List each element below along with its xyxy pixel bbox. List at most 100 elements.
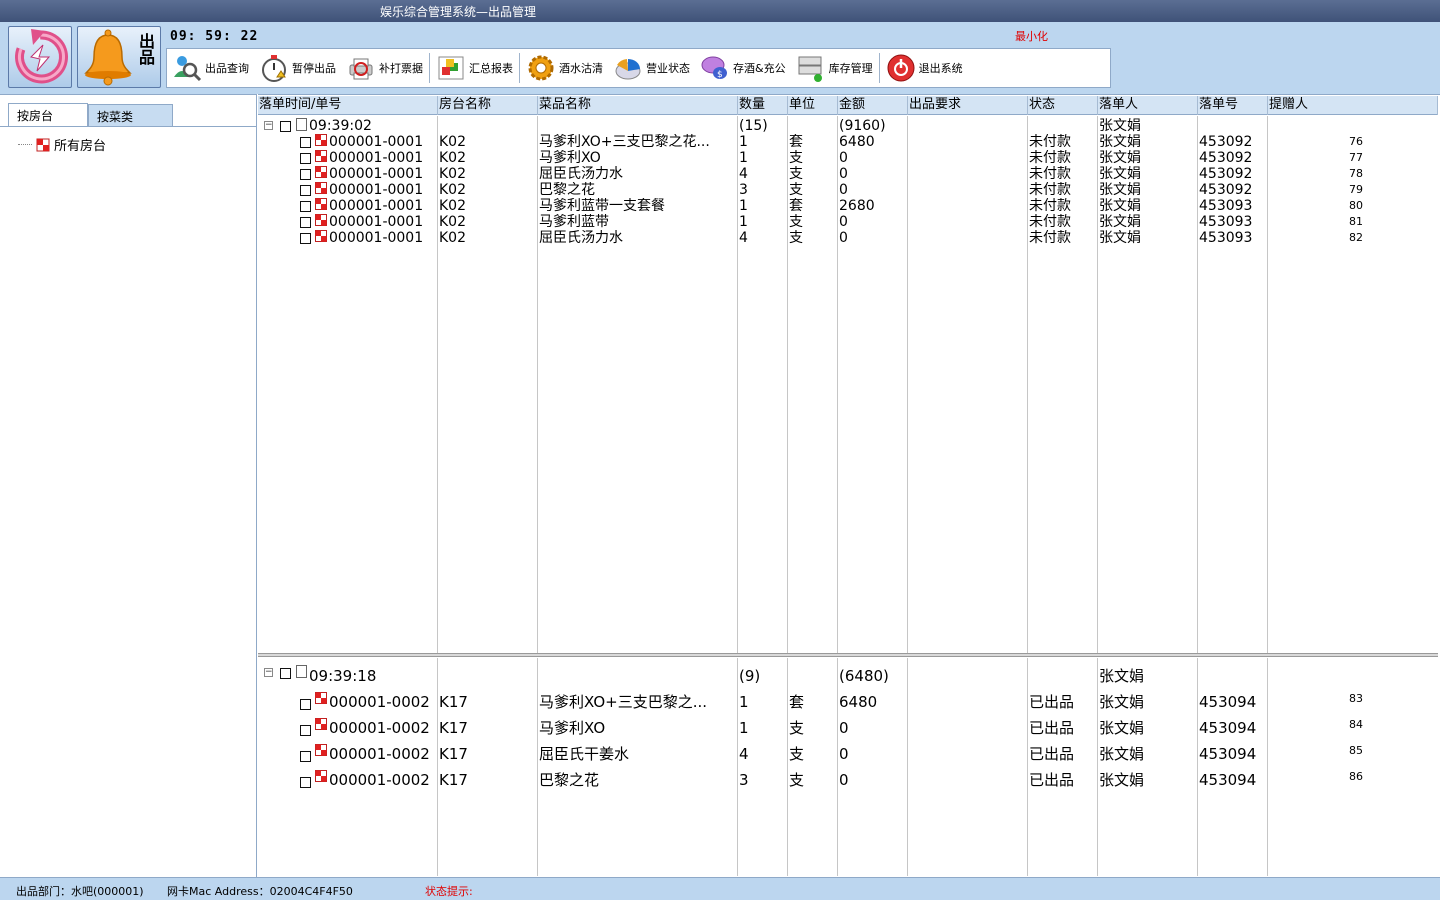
cell-qty: 1 — [739, 134, 748, 150]
refresh-button[interactable] — [8, 26, 72, 88]
cell-amount: 6480 — [839, 134, 875, 150]
cell-order-no: 453094 — [1199, 693, 1257, 711]
dish-icon — [315, 134, 327, 146]
cell-room: K02 — [439, 134, 466, 150]
cell-person: 张文娟 — [1099, 214, 1141, 230]
column-header-qty[interactable]: 数量 — [738, 96, 788, 115]
cell-qty: 3 — [739, 182, 748, 198]
dish-icon — [315, 230, 327, 242]
cell-order-id: 000001-0001 — [329, 214, 424, 230]
cell-seq: 84 — [1349, 718, 1363, 731]
cell-status: 未付款 — [1029, 150, 1071, 166]
row-checkbox[interactable] — [300, 137, 311, 148]
grid-splitter[interactable] — [258, 653, 1438, 657]
cell-status: 未付款 — [1029, 166, 1071, 182]
group-checkbox[interactable] — [280, 121, 291, 132]
toolbar-inventory-button[interactable]: 库存管理 — [791, 49, 878, 87]
cell-requirement — [909, 134, 1027, 150]
column-header-amount[interactable]: 金额 — [838, 96, 908, 115]
cell-person: 张文娟 — [1099, 230, 1141, 246]
toolbar-pause-button[interactable]: 暂停出品 — [254, 49, 341, 87]
cell-qty: 4 — [739, 230, 748, 246]
cell-unit: 支 — [789, 214, 803, 230]
row-checkbox[interactable] — [300, 699, 311, 710]
cell-requirement — [909, 691, 1027, 713]
toolbar-soldout-button[interactable]: 酒水沽清 — [521, 49, 608, 87]
bell-button[interactable]: 出品 — [77, 26, 161, 88]
cell-qty: 1 — [739, 198, 748, 214]
svg-text:$: $ — [717, 70, 723, 80]
toolbar: 出品查询 暂停出品 补打票据 汇总报表 酒水沽清 营业状态 $ 存酒&充公 库存… — [166, 48, 1111, 88]
header: 出品 09: 59: 22 最小化 出品查询 暂停出品 补打票据 汇总报表 酒水… — [0, 22, 1440, 94]
cell-room: K02 — [439, 150, 466, 166]
left-pane: 按房台 按菜类 所有房台 — [0, 94, 257, 877]
cell-seq: 83 — [1349, 692, 1363, 705]
row-checkbox[interactable] — [300, 233, 311, 244]
cell-person: 张文娟 — [1099, 693, 1145, 711]
status-department: 出品部门：水吧(000001) — [16, 885, 144, 898]
column-header-person[interactable]: 落单人 — [1098, 96, 1198, 115]
cell-dish: 屈臣氏汤力水 — [539, 166, 623, 182]
cell-qty: 1 — [739, 693, 749, 711]
left-tabs: 按房台 按菜类 — [0, 95, 256, 128]
row-checkbox[interactable] — [300, 217, 311, 228]
column-header-unit[interactable]: 单位 — [788, 96, 838, 115]
row-checkbox[interactable] — [300, 725, 311, 736]
cell-order-no: 453093 — [1199, 230, 1253, 246]
dish-icon — [315, 718, 327, 730]
toolbar-store-wine-button[interactable]: $ 存酒&充公 — [695, 49, 791, 87]
cell-person: 张文娟 — [1099, 198, 1141, 214]
column-header-room[interactable]: 房台名称 — [438, 96, 538, 115]
column-header-status[interactable]: 状态 — [1028, 96, 1098, 115]
group-checkbox[interactable] — [280, 668, 291, 679]
column-header-dish[interactable]: 菜品名称 — [538, 96, 738, 115]
cell-person: 张文娟 — [1099, 182, 1141, 198]
row-checkbox[interactable] — [300, 777, 311, 788]
row-checkbox[interactable] — [300, 169, 311, 180]
status-hint: 状态提示: — [425, 885, 473, 898]
cell-order-no: 453092 — [1199, 150, 1253, 166]
row-checkbox[interactable] — [300, 751, 311, 762]
minimize-link[interactable]: 最小化 — [1015, 28, 1048, 44]
row-checkbox[interactable] — [300, 153, 311, 164]
group-amount-total: (9160) — [839, 118, 886, 134]
cell-requirement — [909, 166, 1027, 182]
tab-by-dish-category[interactable]: 按菜类 — [88, 104, 173, 126]
clock: 09: 59: 22 — [170, 29, 259, 44]
cell-room: K02 — [439, 214, 466, 230]
cell-qty: 4 — [739, 166, 748, 182]
cell-order-no: 453092 — [1199, 166, 1253, 182]
row-checkbox[interactable] — [300, 201, 311, 212]
column-header-gift-person[interactable]: 提赠人 — [1268, 96, 1438, 115]
cell-order-id: 000001-0001 — [329, 166, 424, 182]
cell-amount: 6480 — [839, 693, 878, 711]
status-mac-address: 网卡Mac Address：02004C4F4F50 — [167, 885, 353, 898]
cell-order-id: 000001-0001 — [329, 150, 424, 166]
cell-amount: 0 — [839, 214, 848, 230]
cell-seq: 80 — [1349, 199, 1363, 212]
pie-chart-icon — [615, 59, 641, 80]
toolbar-reprint-button[interactable]: 补打票据 — [341, 49, 428, 87]
cell-order-id: 000001-0001 — [329, 230, 424, 246]
toolbar-exit-button[interactable]: 退出系统 — [881, 49, 968, 87]
toolbar-query-button[interactable]: 出品查询 — [167, 49, 254, 87]
column-header-time-order[interactable]: 落单时间/单号 — [258, 96, 438, 115]
cell-order-id: 000001-0002 — [329, 745, 430, 763]
collapse-toggle[interactable]: − — [264, 121, 273, 130]
cell-unit: 支 — [789, 771, 805, 789]
cell-dish: 巴黎之花 — [539, 182, 595, 198]
toolbar-business-status-button[interactable]: 营业状态 — [608, 49, 695, 87]
tree-item-all-rooms[interactable]: 所有房台 — [18, 135, 106, 154]
cell-dish: 屈臣氏汤力水 — [539, 230, 623, 246]
column-header-order-no[interactable]: 落单号 — [1198, 96, 1268, 115]
collapse-toggle[interactable]: − — [264, 668, 273, 677]
row-checkbox[interactable] — [300, 185, 311, 196]
cell-person: 张文娟 — [1099, 771, 1145, 789]
tab-by-room[interactable]: 按房台 — [8, 103, 88, 127]
column-header-requirement[interactable]: 出品要求 — [908, 96, 1028, 115]
group-amount-total: (6480) — [839, 667, 889, 685]
cell-dish: 马爹利XO+三支巴黎之花... — [539, 134, 710, 150]
cell-room: K02 — [439, 166, 466, 182]
toolbar-report-button[interactable]: 汇总报表 — [431, 49, 518, 87]
window-titlebar: 娱乐综合管理系统—出品管理 — [0, 0, 1440, 22]
